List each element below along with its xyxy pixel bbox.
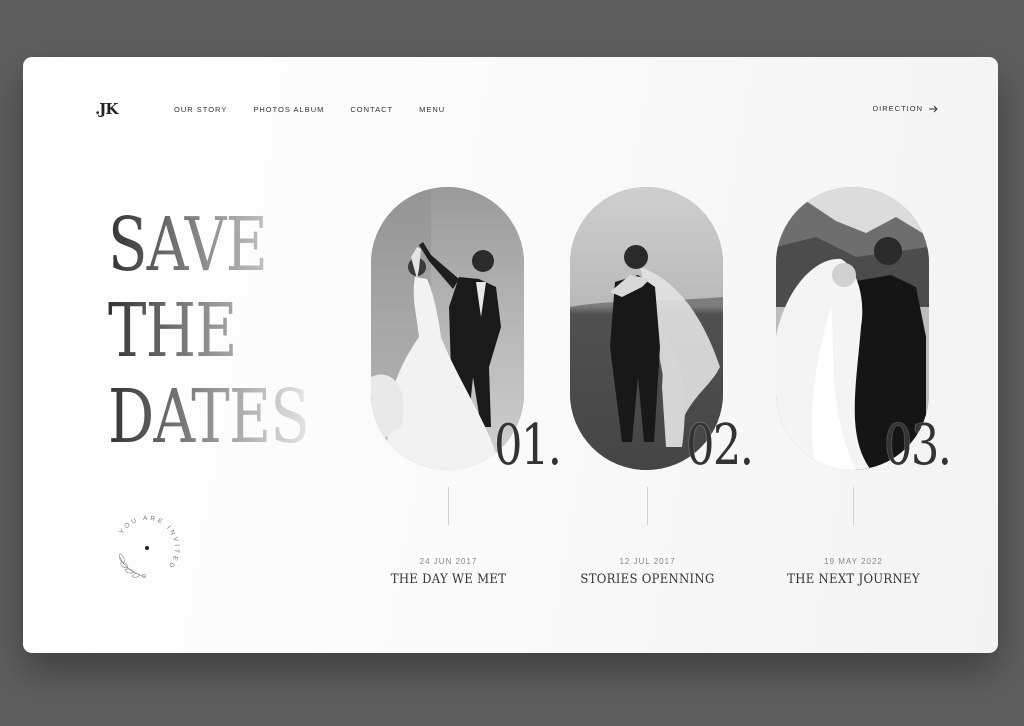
nav-our-story[interactable]: OUR STORY <box>174 105 227 114</box>
headline-line-the: THE <box>108 288 309 374</box>
hero-headline: SAVE THE DATES <box>108 202 310 460</box>
moment-card-3[interactable]: 03. 19 MAY 2022 THE NEXT JOURNEY <box>776 187 952 587</box>
moment-number-3: 03. <box>884 413 952 478</box>
moment-date-1: 24 JUN 2017 <box>419 557 478 566</box>
direction-label: DIRECTION <box>872 104 923 113</box>
moment-title-1: THE DAY WE MET <box>390 572 507 587</box>
floral-sprig-icon <box>118 553 147 578</box>
direction-link[interactable]: DIRECTION <box>873 104 938 113</box>
moment-title-3: THE NEXT JOURNEY <box>787 572 920 587</box>
main-nav: OUR STORY PHOTOS ALBUM CONTACT MENU <box>174 105 471 114</box>
nav-menu[interactable]: MENU <box>419 105 445 114</box>
nav-photos-album[interactable]: PHOTOS ALBUM <box>253 105 324 114</box>
moment-card-2[interactable]: 02. 12 JUL 2017 STORIES OPENNING <box>570 187 754 587</box>
nav-contact[interactable]: CONTACT <box>350 105 393 114</box>
invited-badge[interactable]: YOU ARE INVITED <box>106 507 188 589</box>
divider-line <box>853 487 854 525</box>
moment-date-2: 12 JUL 2017 <box>619 557 676 566</box>
moment-date-3: 19 MAY 2022 <box>824 557 883 566</box>
logo[interactable]: .JK <box>95 100 118 118</box>
badge-text: YOU ARE INVITED <box>118 515 177 571</box>
arrow-right-icon <box>929 105 938 112</box>
landing-page-card: .JK OUR STORY PHOTOS ALBUM CONTACT MENU … <box>23 57 998 653</box>
moment-number-2: 02. <box>686 413 754 478</box>
moment-number-1: 01. <box>494 413 562 478</box>
headline-line-dates: DATES <box>108 374 310 460</box>
headline-line-save: SAVE <box>108 202 309 288</box>
moment-title-2: STORIES OPENNING <box>580 572 715 587</box>
divider-line <box>448 487 449 525</box>
divider-line <box>647 487 648 525</box>
moment-card-1[interactable]: 01. 24 JUN 2017 THE DAY WE MET <box>371 187 562 587</box>
svg-text:YOU ARE INVITED: YOU ARE INVITED <box>118 515 180 571</box>
